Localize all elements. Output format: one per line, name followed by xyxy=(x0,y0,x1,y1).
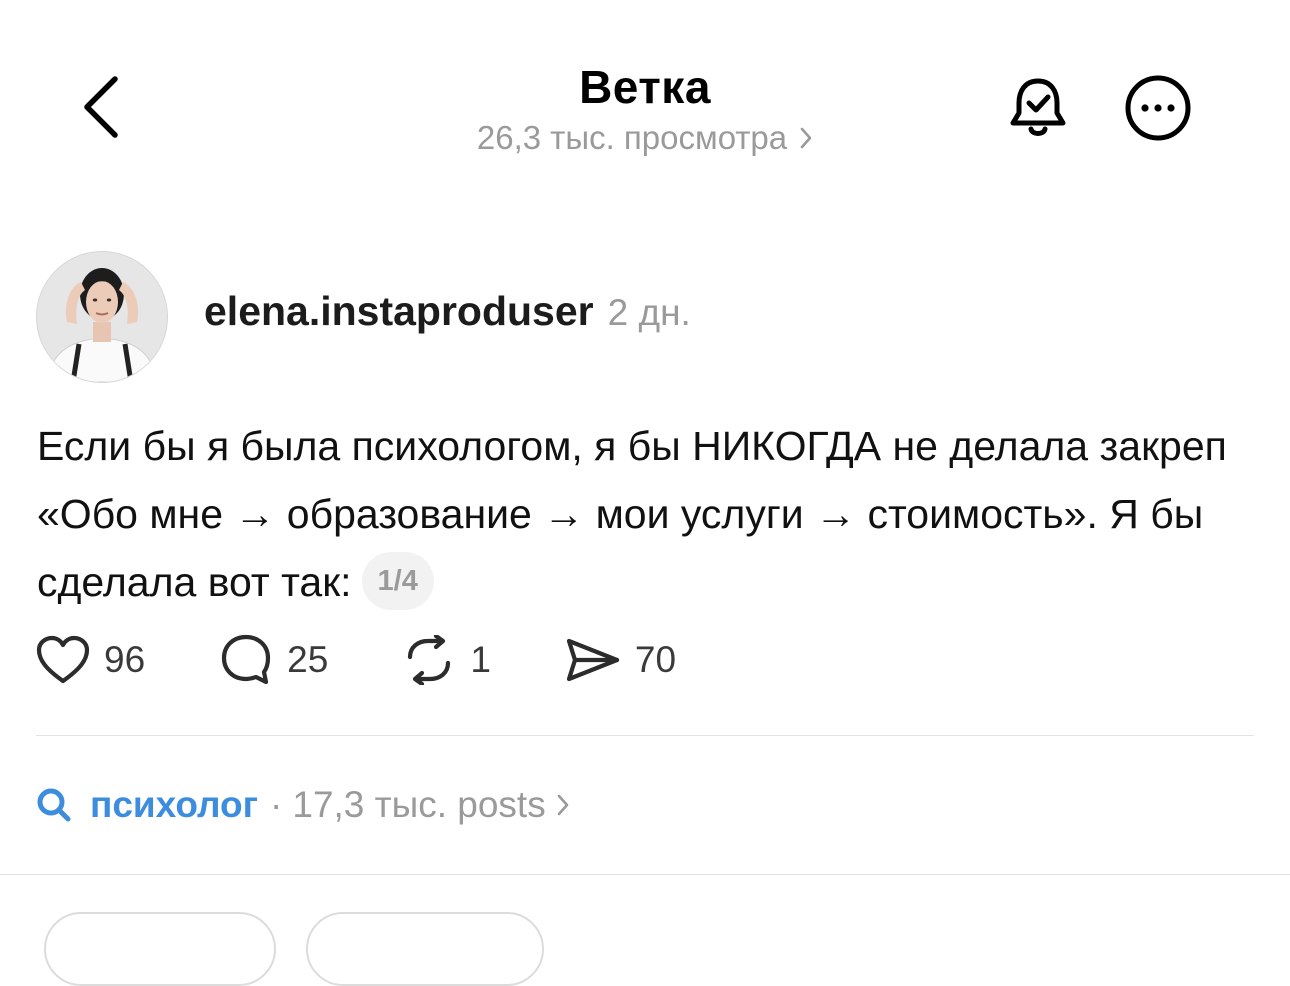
section-divider xyxy=(0,874,1290,875)
notifications-button[interactable] xyxy=(1000,70,1076,146)
thread-header: Ветка 26,3 тыс. просмотра xyxy=(0,0,1290,200)
chevron-right-icon xyxy=(800,127,812,149)
avatar-photo xyxy=(37,252,167,382)
bell-check-icon xyxy=(1010,78,1066,136)
topic-separator: · xyxy=(270,784,283,825)
repost-icon xyxy=(408,635,451,685)
page-title: Ветка xyxy=(579,61,711,113)
search-icon xyxy=(37,788,71,822)
comment-bubble-icon xyxy=(222,634,271,685)
topic-row: психолог · 17,3 тыс. posts xyxy=(36,778,570,832)
likes-count: 96 xyxy=(104,639,146,680)
topic-name: психолог xyxy=(90,784,259,825)
reply-button[interactable]: 25 xyxy=(219,633,328,687)
views-link[interactable]: 26,3 тыс. просмотра xyxy=(477,116,813,160)
post-body: Если бы я была психологом, я бы НИКОГДА … xyxy=(37,412,1257,616)
header-title-block: Ветка 26,3 тыс. просмотра xyxy=(345,58,945,160)
chevron-left-icon xyxy=(84,76,118,138)
repost-button[interactable]: 1 xyxy=(402,635,491,685)
chevron-right-icon xyxy=(557,794,569,816)
page-indicator-badge: 1/4 xyxy=(361,552,434,611)
more-options-button[interactable] xyxy=(1120,70,1196,146)
topic-link[interactable]: психолог xyxy=(36,784,258,826)
post-timestamp: 2 дн. xyxy=(607,292,691,333)
share-button[interactable]: 70 xyxy=(565,635,676,685)
topic-posts-link[interactable]: · 17,3 тыс. posts xyxy=(270,784,570,826)
post-actions: 96 25 1 70 xyxy=(36,630,676,690)
post-text: Если бы я была психологом, я бы НИКОГДА … xyxy=(37,423,1227,605)
heart-icon xyxy=(36,635,90,684)
shares-count: 70 xyxy=(634,639,677,680)
send-icon xyxy=(566,638,619,682)
author-username[interactable]: elena.instaproduser xyxy=(204,288,594,335)
views-count: 26,3 тыс. просмотра xyxy=(476,119,788,156)
avatar[interactable] xyxy=(36,251,168,383)
divider xyxy=(36,735,1254,736)
post-author-row: elena.instaproduser 2 дн. xyxy=(204,288,691,344)
sort-pill[interactable] xyxy=(44,912,276,986)
more-circle-icon xyxy=(1125,75,1191,141)
filter-pill[interactable] xyxy=(306,912,544,986)
reposts-count: 1 xyxy=(470,639,491,680)
topic-posts-count: 17,3 тыс. posts xyxy=(292,784,546,825)
back-button[interactable] xyxy=(66,62,136,152)
replies-count: 25 xyxy=(287,639,329,680)
like-button[interactable]: 96 xyxy=(36,635,145,685)
